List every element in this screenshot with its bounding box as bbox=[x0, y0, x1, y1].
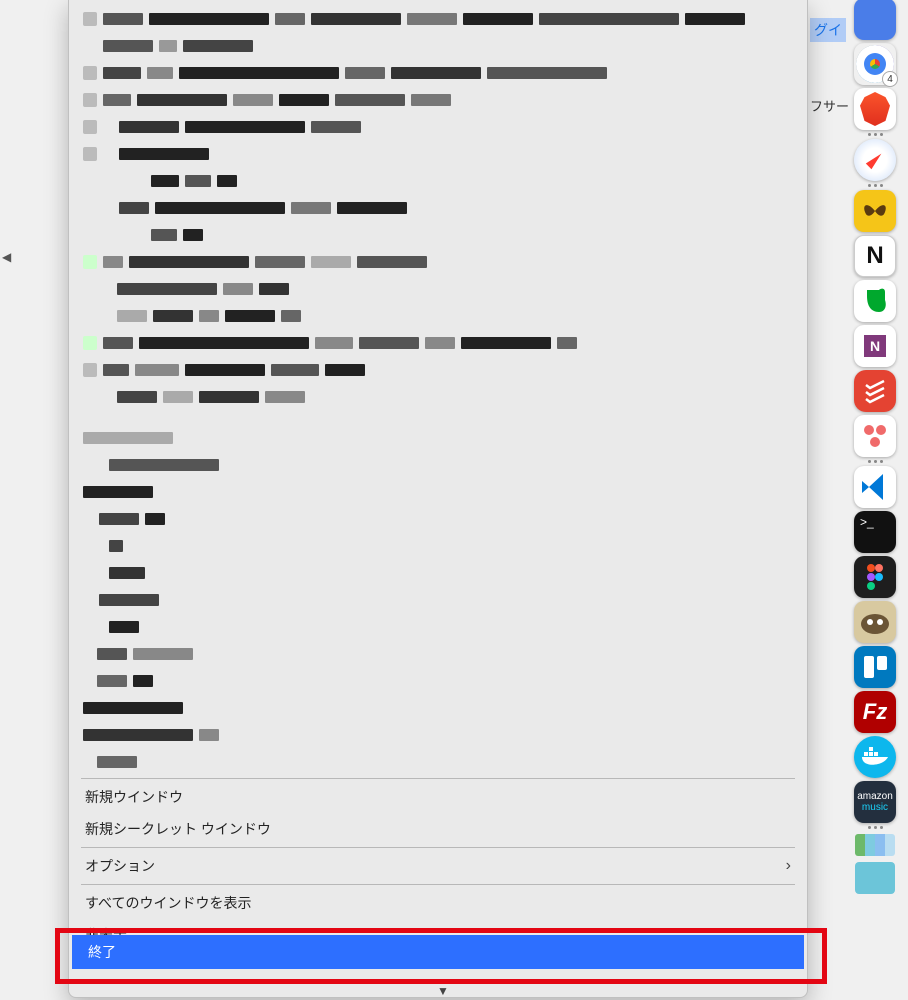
compass-icon bbox=[866, 151, 884, 169]
books-icon bbox=[855, 834, 895, 856]
chevron-down-icon: ▼ bbox=[437, 984, 449, 998]
background-side-text: フサー bbox=[810, 96, 849, 115]
menu-divider bbox=[81, 778, 795, 779]
background-login-fragment: グイ bbox=[810, 18, 846, 42]
brave-icon bbox=[860, 92, 890, 126]
dock-badge: 4 bbox=[882, 71, 898, 87]
app-context-menu: 新規ウインドウ 新規シークレット ウインドウ オプション › すべてのウインドウ… bbox=[68, 0, 808, 998]
elephant-icon bbox=[861, 286, 889, 316]
terminal-icon: >_ bbox=[860, 515, 874, 529]
dock: 4 N N >_ Fz amazonmusic bbox=[846, 0, 904, 895]
dock-app-docker[interactable] bbox=[854, 736, 896, 778]
menu-new-window[interactable]: 新規ウインドウ bbox=[69, 781, 807, 813]
dock-app-gimp[interactable] bbox=[854, 601, 896, 643]
menu-quit[interactable]: 終了 bbox=[72, 935, 804, 969]
dock-app-trello[interactable] bbox=[854, 646, 896, 688]
dock-app-notion[interactable]: N bbox=[854, 235, 896, 277]
dock-app-books[interactable] bbox=[854, 832, 896, 858]
onenote-icon: N bbox=[864, 335, 886, 357]
filezilla-icon: Fz bbox=[863, 699, 887, 725]
dock-app-generic[interactable] bbox=[854, 0, 896, 40]
menu-hide[interactable]: 非表示 bbox=[69, 919, 807, 935]
dock-app-terminal[interactable]: >_ bbox=[854, 511, 896, 553]
dock-app-figma[interactable] bbox=[854, 556, 896, 598]
dock-app-freeplane[interactable] bbox=[854, 190, 896, 232]
dock-app-safari[interactable] bbox=[854, 139, 896, 181]
dock-app-chrome[interactable]: 4 bbox=[854, 43, 896, 85]
butterfly-icon bbox=[860, 198, 890, 224]
menu-new-incognito-window[interactable]: 新規シークレット ウインドウ bbox=[69, 813, 807, 845]
menu-divider bbox=[81, 847, 795, 848]
notion-icon: N bbox=[866, 242, 883, 270]
whale-icon bbox=[860, 746, 890, 768]
gimp-icon bbox=[858, 608, 892, 636]
dock-app-amazon-music[interactable]: amazonmusic bbox=[854, 781, 896, 823]
menu-options[interactable]: オプション › bbox=[69, 850, 807, 882]
caret-left-icon: ◀ bbox=[2, 250, 11, 264]
dock-app-vscode[interactable] bbox=[854, 466, 896, 508]
chevron-right-icon: › bbox=[786, 857, 791, 875]
asana-icon bbox=[862, 425, 888, 447]
amazon-music-icon: amazonmusic bbox=[857, 791, 893, 813]
figma-icon bbox=[867, 564, 883, 590]
menu-show-all-windows[interactable]: すべてのウインドウを表示 bbox=[69, 887, 807, 919]
dock-app-todoist[interactable] bbox=[854, 370, 896, 412]
dock-folder[interactable] bbox=[854, 861, 896, 895]
dock-app-brave[interactable] bbox=[854, 88, 896, 130]
dock-app-filezilla[interactable]: Fz bbox=[854, 691, 896, 733]
vscode-icon bbox=[859, 471, 891, 503]
folder-icon bbox=[855, 862, 895, 894]
dock-app-asana[interactable] bbox=[854, 415, 896, 457]
menu-divider bbox=[81, 884, 795, 885]
dock-app-evernote[interactable] bbox=[854, 280, 896, 322]
dock-app-onenote[interactable]: N bbox=[854, 325, 896, 367]
trello-icon bbox=[864, 656, 887, 678]
blurred-window-list bbox=[69, 0, 807, 776]
checklist-icon bbox=[862, 378, 888, 404]
